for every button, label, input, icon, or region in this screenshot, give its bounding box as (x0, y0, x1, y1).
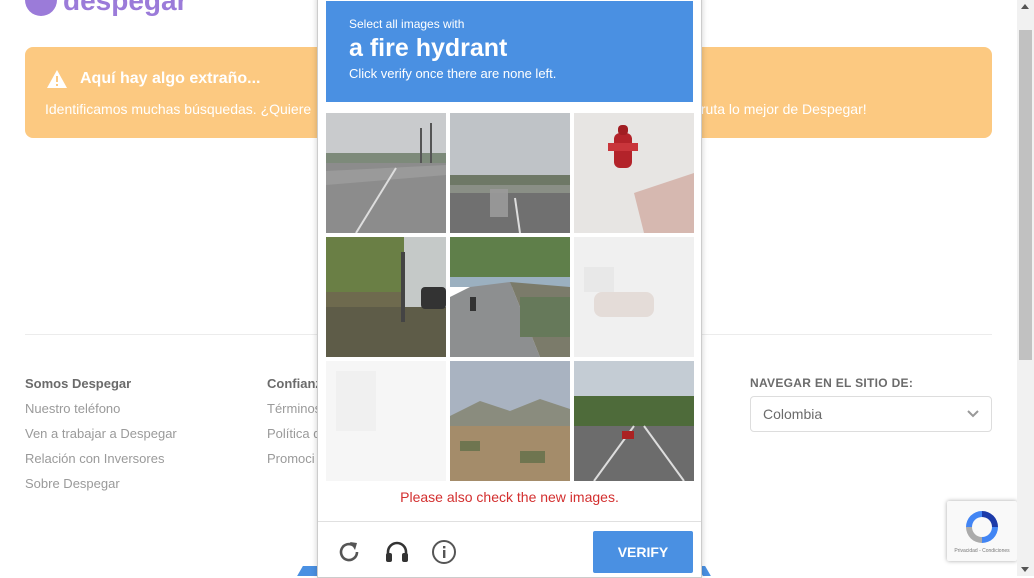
recaptcha-logo-icon (966, 511, 998, 543)
captcha-footer-divider (318, 521, 701, 522)
country-select[interactable]: Colombia (750, 396, 992, 432)
recaptcha-badge[interactable]: Privacidad - Condiciones (947, 501, 1017, 561)
captcha-tile-1[interactable] (326, 113, 446, 233)
headphones-icon[interactable] (383, 538, 411, 566)
despegar-logo[interactable]: despegar (25, 0, 188, 16)
footer-link-inversores[interactable]: Relación con Inversores (25, 451, 177, 466)
footer-link-promociones[interactable]: Promoci (267, 451, 322, 466)
footer-link-politica[interactable]: Política d (267, 426, 322, 441)
captcha-header: Select all images with a fire hydrant Cl… (326, 1, 693, 102)
country-value: Colombia (763, 406, 823, 422)
captcha-tile-2[interactable] (450, 113, 570, 233)
logo-mark-icon (25, 0, 57, 16)
scroll-up-arrow-icon[interactable] (1021, 4, 1029, 9)
captcha-message: Please also check the new images. (400, 489, 619, 505)
footer-link-telefono[interactable]: Nuestro teléfono (25, 401, 177, 416)
alert-title: Aquí hay algo extraño... (80, 70, 261, 87)
captcha-tile-5[interactable] (450, 237, 570, 357)
captcha-tile-3[interactable] (574, 113, 694, 233)
alert-text: Identificamos muchas búsquedas. ¿Quiere (45, 101, 312, 117)
captcha-tile-8[interactable] (450, 361, 570, 481)
footer-column-somos: Somos Despegar Nuestro teléfono Ven a tr… (25, 376, 177, 501)
footer-link-trabajar[interactable]: Ven a trabajar a Despegar (25, 426, 177, 441)
info-icon[interactable] (430, 538, 458, 566)
reload-icon[interactable] (335, 538, 363, 566)
chevron-down-icon (967, 410, 979, 418)
scroll-down-arrow-icon[interactable] (1021, 567, 1029, 572)
captcha-dialog: Select all images with a fire hydrant Cl… (317, 0, 702, 578)
footer-column-title: Confianz (267, 376, 322, 391)
logo-text: despegar (63, 0, 188, 16)
footer-link-sobre[interactable]: Sobre Despegar (25, 476, 177, 491)
captcha-subinstruction: Click verify once there are none left. (349, 66, 557, 81)
scrollbar-thumb[interactable] (1019, 30, 1032, 360)
captcha-tile-9[interactable] (574, 361, 694, 481)
captcha-instruction: Select all images with (349, 17, 465, 31)
recaptcha-terms[interactable]: Privacidad - Condiciones (947, 548, 1017, 554)
navigate-site-title: NAVEGAR EN EL SITIO DE: (750, 376, 914, 390)
alert-text-continued: fruta lo mejor de Despegar! (697, 101, 867, 117)
captcha-tile-7[interactable] (326, 361, 446, 481)
scrollbar[interactable] (1017, 0, 1034, 576)
footer-column-confianza: Confianz Términos Política d Promoci (267, 376, 322, 476)
verify-button[interactable]: VERIFY (593, 531, 693, 573)
captcha-tile-4[interactable] (326, 237, 446, 357)
captcha-target: a fire hydrant (349, 34, 508, 62)
footer-link-terminos[interactable]: Términos (267, 401, 322, 416)
footer-column-title: Somos Despegar (25, 376, 132, 391)
warning-icon (47, 70, 67, 88)
captcha-tile-6[interactable] (574, 237, 694, 357)
